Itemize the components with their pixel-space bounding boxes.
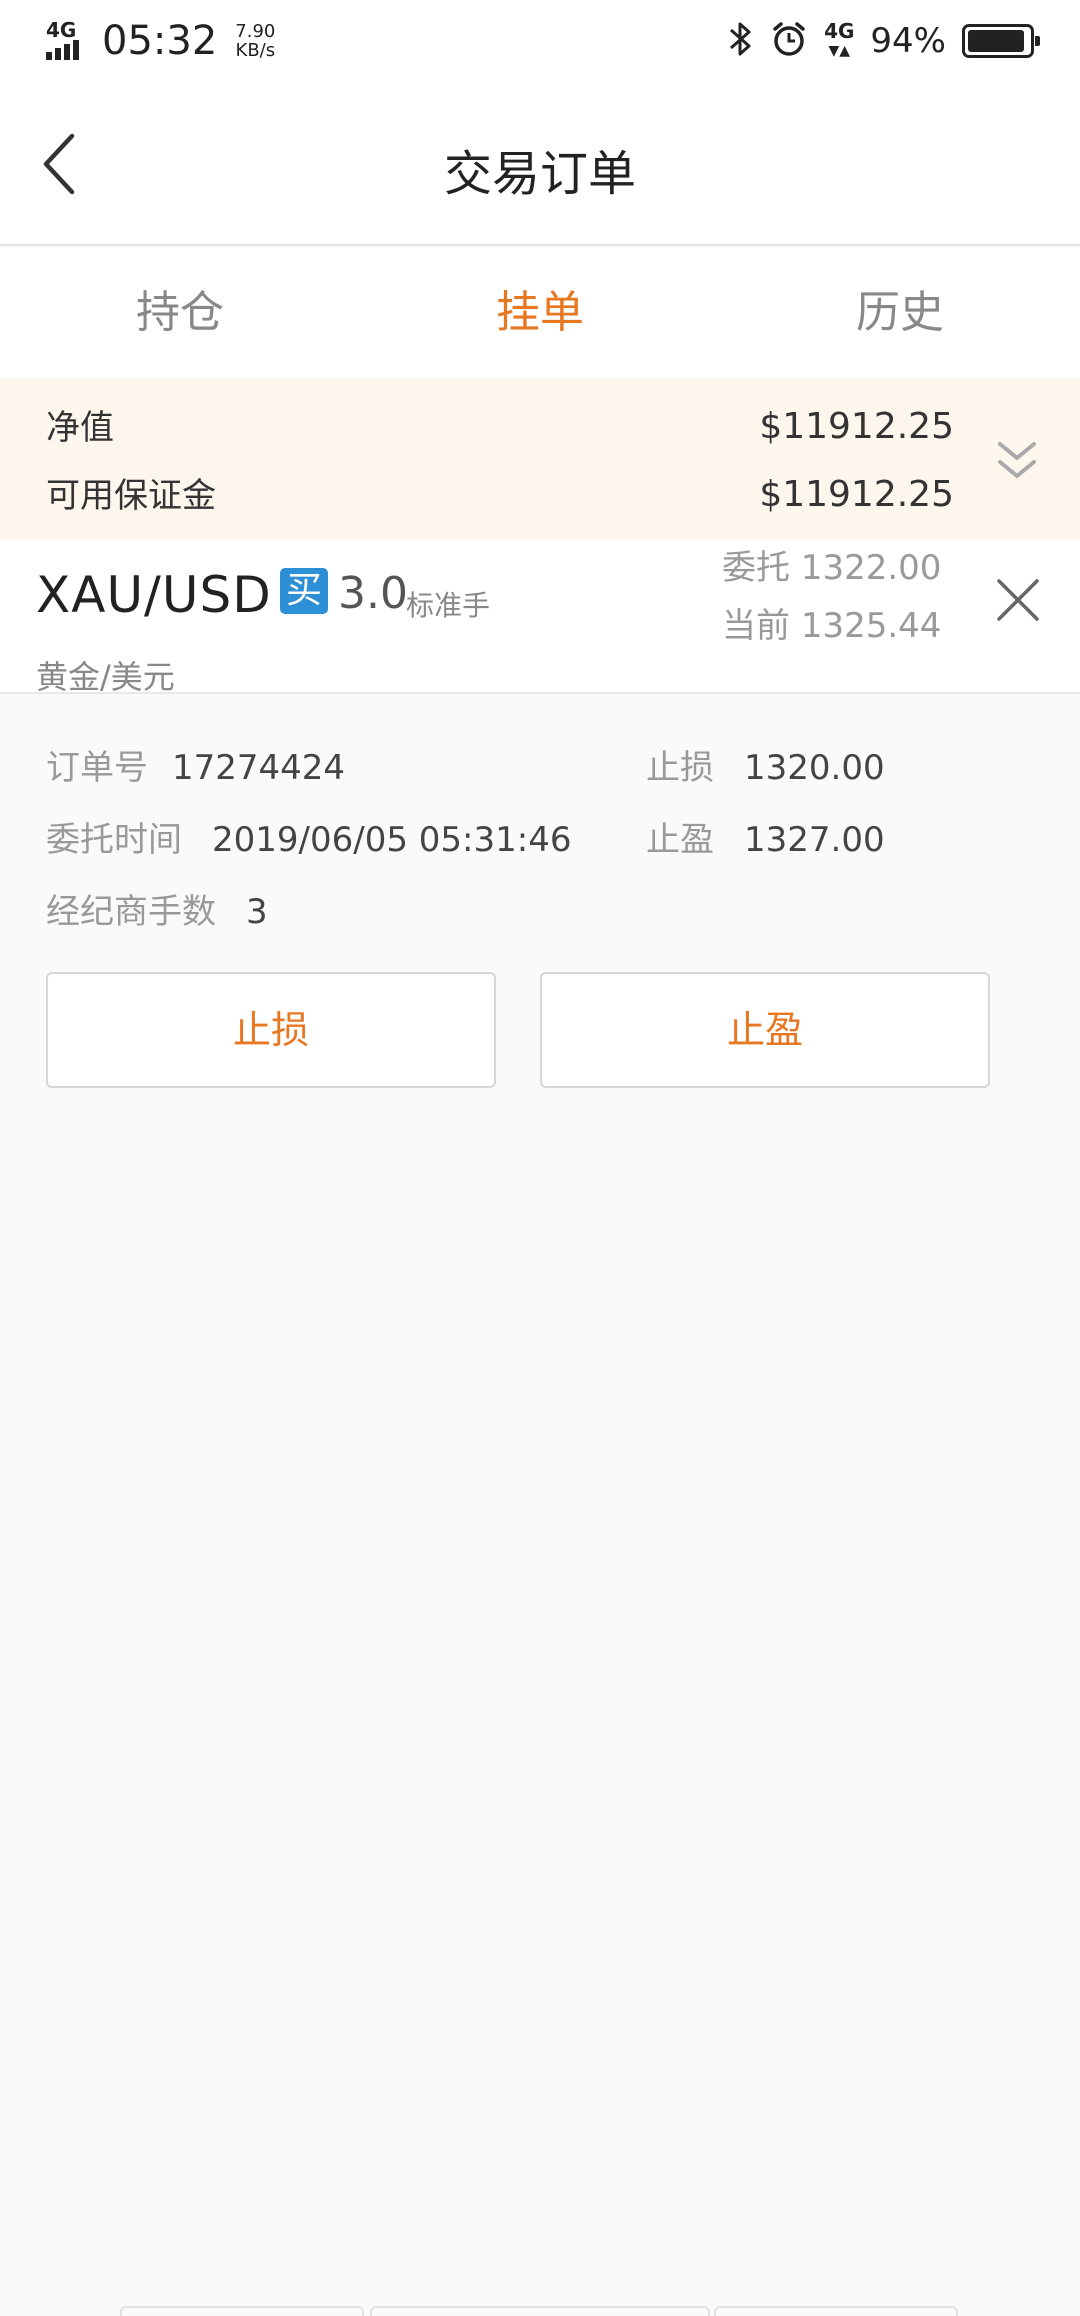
order-symbol-cn: 黄金/美元 (36, 658, 175, 696)
close-icon (997, 579, 1039, 621)
take-profit-item: 止盈 1327.00 (646, 812, 885, 861)
tab-pending-orders[interactable]: 挂单 (360, 248, 720, 378)
status-bar: 4G 05:32 7.90 KB/s 4G ▼▲ 94% (0, 0, 1080, 84)
network-type-secondary: 4G ▼▲ (824, 21, 854, 61)
battery-icon (962, 24, 1040, 58)
order-symbol: XAU/USD (36, 566, 272, 624)
entrust-time-item: 委托时间 2019/06/05 05:31:46 (46, 812, 571, 861)
stop-loss-item: 止损 1320.00 (646, 740, 885, 789)
alarm-icon (770, 20, 808, 62)
current-price-line: 当前 1325.44 (722, 598, 941, 647)
net-value: $11912.25 (759, 406, 954, 447)
status-time: 05:32 (102, 18, 218, 64)
entrust-time-label: 委托时间 (46, 820, 182, 860)
entrust-price: 1322.00 (800, 548, 942, 588)
take-profit-value: 1327.00 (744, 820, 885, 860)
order-number-item: 订单号 17274424 (46, 740, 345, 789)
buy-badge: 买 (280, 568, 328, 614)
double-chevron-down-icon[interactable] (994, 438, 1040, 484)
entrust-time: 2019/06/05 05:31:46 (212, 820, 572, 860)
order-lots-unit: 标准手 (406, 589, 491, 622)
net-value-row: 净值 $11912.25 (46, 400, 954, 449)
order-number-label: 订单号 (46, 748, 148, 788)
bottom-stub (120, 2306, 364, 2316)
take-profit-label: 止盈 (646, 820, 714, 860)
current-price: 1325.44 (800, 606, 942, 646)
stop-loss-button[interactable]: 止损 (46, 972, 496, 1088)
data-arrows-icon: ▼▲ (828, 43, 851, 59)
tab-history[interactable]: 历史 (720, 248, 1080, 378)
order-card-header[interactable]: XAU/USD 买 3.0 标准手 黄金/美元 委托 1322.00 当前 13… (0, 540, 1080, 696)
current-label: 当前 (722, 606, 790, 646)
take-profit-button[interactable]: 止盈 (540, 972, 990, 1088)
cancel-order-button[interactable] (986, 568, 1050, 632)
account-summary: 净值 $11912.25 可用保证金 $11912.25 (0, 378, 1080, 540)
available-margin-row: 可用保证金 $11912.25 (46, 468, 954, 517)
bluetooth-icon (728, 20, 754, 62)
signal-icon: 4G (46, 18, 94, 62)
nav-bar: 交易订单 (0, 84, 1080, 246)
network-speed: 7.90 KB/s (235, 22, 275, 60)
status-left: 4G 05:32 7.90 KB/s (46, 18, 275, 64)
bottom-stub (714, 2306, 958, 2316)
battery-percent: 94% (870, 21, 946, 61)
status-right: 4G ▼▲ 94% (728, 20, 1040, 62)
network-speed-unit: KB/s (235, 40, 276, 61)
net-value-label: 净值 (46, 408, 114, 448)
entrust-label: 委托 (722, 548, 790, 588)
available-margin-label: 可用保证金 (46, 476, 216, 516)
broker-lots-item: 经纪商手数 3 (46, 884, 268, 933)
tab-positions[interactable]: 持仓 (0, 248, 360, 378)
order-lots: 3.0 (338, 568, 408, 619)
broker-lots-label: 经纪商手数 (46, 892, 216, 932)
network-type-secondary-label: 4G (824, 19, 855, 43)
bottom-stub (370, 2306, 710, 2316)
battery-fill (968, 30, 1025, 52)
stop-loss-label: 止损 (646, 748, 714, 788)
entrust-price-line: 委托 1322.00 (722, 540, 941, 589)
network-type: 4G (46, 18, 77, 42)
bottom-bar-partial (0, 2306, 1080, 2316)
page-title: 交易订单 (443, 146, 636, 202)
network-speed-value: 7.90 (235, 21, 276, 42)
order-number: 17274424 (172, 748, 346, 788)
tab-bar: 持仓 挂单 历史 (0, 248, 1080, 378)
available-margin: $11912.25 (759, 474, 954, 515)
broker-lots: 3 (246, 892, 268, 932)
stop-loss-value: 1320.00 (744, 748, 885, 788)
